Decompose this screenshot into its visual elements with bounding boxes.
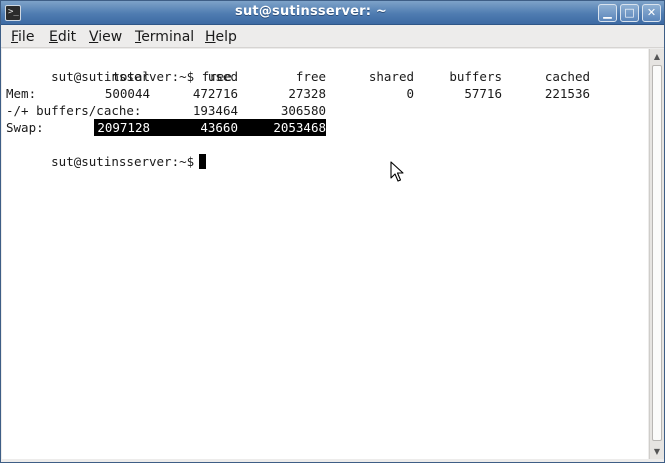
header-used: used <box>207 69 238 84</box>
maximize-button[interactable]: □ <box>620 4 639 22</box>
title-bar[interactable]: >_ sut@sutinsserver: ~ ▁ □ ✕ <box>1 1 664 25</box>
swap-used: 43660 <box>200 120 238 135</box>
close-button[interactable]: ✕ <box>642 4 661 22</box>
mem-cached: 221536 <box>544 86 590 101</box>
command-line: sut@sutinsserver:~$ free <box>6 51 232 84</box>
mem-shared: 0 <box>406 86 414 101</box>
header-buffers: buffers <box>449 69 502 84</box>
bufcache-row: -/+ buffers/cache: 193464 306580 <box>6 102 326 119</box>
mem-free: 27328 <box>288 86 326 101</box>
mouse-pointer-icon <box>390 161 404 182</box>
mem-buffers: 57716 <box>464 86 502 101</box>
window-title: sut@sutinsserver: ~ <box>235 4 387 19</box>
header-free: free <box>295 69 326 84</box>
header-cached: cached <box>544 69 590 84</box>
menu-file[interactable]: File <box>11 28 34 46</box>
scrollbar-thumb[interactable] <box>652 65 662 441</box>
bufcache-label: -/+ buffers/cache: <box>6 103 142 118</box>
menu-terminal[interactable]: Terminal <box>135 28 194 46</box>
menu-edit[interactable]: Edit <box>49 28 76 46</box>
scroll-down-arrow-icon[interactable]: ▼ <box>650 444 664 459</box>
swap-free: 2053468 <box>273 120 326 135</box>
scroll-up-arrow-icon[interactable]: ▲ <box>650 49 664 64</box>
header-total: total <box>112 69 150 84</box>
swap-row: Swap: 2097128 43660 2053468 <box>6 119 326 136</box>
bufcache-used: 193464 <box>192 103 238 118</box>
menu-help[interactable]: Help <box>205 28 237 46</box>
prompt: sut@sutinsserver:~$ <box>51 154 195 169</box>
header-row: total used free shared buffers cached <box>6 68 590 85</box>
text-cursor <box>199 154 207 169</box>
header-shared: shared <box>368 69 414 84</box>
mem-total: 500044 <box>104 86 150 101</box>
prompt-line: sut@sutinsserver:~$ <box>6 136 207 169</box>
menu-view[interactable]: View <box>89 28 122 46</box>
vertical-scrollbar[interactable]: ▲ ▼ <box>649 49 664 459</box>
terminal-window: >_ sut@sutinsserver: ~ ▁ □ ✕ File Edit V… <box>0 0 665 463</box>
mem-row: Mem: 500044 472716 27328 0 57716 221536 <box>6 85 590 102</box>
minimize-button[interactable]: ▁ <box>598 4 617 22</box>
swap-total: 2097128 <box>97 120 150 135</box>
menu-bar: File Edit View Terminal Help <box>1 26 664 48</box>
terminal-output[interactable]: sut@sutinsserver:~$ free total used free… <box>2 49 648 459</box>
mem-used: 472716 <box>192 86 238 101</box>
bufcache-free: 306580 <box>280 103 326 118</box>
swap-label: Swap: <box>6 120 44 135</box>
